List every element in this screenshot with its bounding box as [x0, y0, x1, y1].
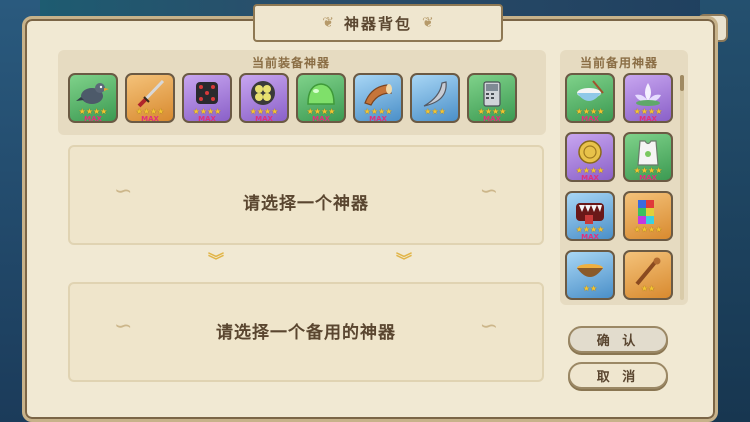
artifact-select-slot[interactable]: ∽ ∽ 请选择一个神器 [68, 145, 544, 245]
confirm-button[interactable]: 确 认 [568, 326, 668, 353]
wooden-staff-icon [635, 257, 661, 286]
pigeon-icon [76, 83, 109, 104]
equipped-item[interactable]: ★★★★ MAX [182, 73, 232, 123]
equipped-item[interactable]: ★★★ [410, 73, 460, 123]
pixel-cube-icon [638, 200, 654, 224]
katana-icon [137, 79, 165, 108]
equipped-item[interactable]: ★★★★ MAX [296, 73, 346, 123]
rice-bowl-icon [577, 80, 604, 101]
equipped-label: 当前装备神器 [252, 56, 331, 70]
spare-item[interactable]: ★★★★ MAX [623, 132, 673, 182]
spare-item[interactable]: ★★★★ MAX [565, 73, 615, 123]
spare-select-slot[interactable]: ∽ ∽ 请选择一个备用的神器 [68, 282, 544, 382]
scroll-thumb[interactable] [680, 75, 684, 91]
clover-tin-icon [251, 81, 275, 105]
soup-bowl-icon [577, 264, 603, 277]
claw-blade-icon [423, 81, 447, 107]
spare-item[interactable]: ★★★★ [623, 191, 673, 241]
gold-coin-icon [578, 140, 602, 164]
spare-item[interactable]: ★★ [565, 250, 615, 300]
title-tab: ❦ 神器背包 ❦ [253, 4, 503, 42]
spare-label: 当前备用神器 [580, 56, 659, 70]
equipped-item[interactable]: ★★★★ MAX [68, 73, 118, 123]
select-spare-text: 请选择一个备用的神器 [216, 323, 396, 343]
spare-scrollbar[interactable] [680, 75, 684, 300]
chevron-down-icon: ︾ [208, 251, 225, 270]
spare-item[interactable]: ★★★★ MAX [623, 73, 673, 123]
monster-mouth-icon [576, 203, 604, 224]
ornament-icon: ❦ [422, 15, 434, 31]
dice-icon [196, 82, 218, 104]
horn-icon [364, 84, 392, 106]
page-title: 神器背包 [343, 14, 412, 33]
spare-items: ★★★★ MAX ★★★★ MAX ★★★★ MAX ★★★★ MAX ★★★★… [565, 73, 677, 300]
phone-icon [483, 81, 501, 107]
vest-icon [637, 140, 659, 166]
spare-item[interactable]: ★★★★ MAX [565, 132, 615, 182]
chevron-down-icon: ︾ [396, 251, 413, 270]
equipped-item[interactable]: ★★★★ MAX [353, 73, 403, 123]
equipped-item[interactable]: ★★★★ MAX [125, 73, 175, 123]
lotus-icon [635, 83, 661, 106]
equipped-items: ★★★★ MAX ★★★★ MAX ★★★★ MAX ★★★★ MAX ★★★★… [68, 73, 517, 123]
equipped-item[interactable]: ★★★★ MAX [467, 73, 517, 123]
spare-item[interactable]: ★★ [623, 250, 673, 300]
ornament-icon: ❦ [322, 15, 334, 31]
equipped-item[interactable]: ★★★★ MAX [239, 73, 289, 123]
slime-icon [307, 83, 335, 105]
cancel-button[interactable]: 取 消 [568, 362, 668, 389]
spare-item[interactable]: ★★★★ MAX [565, 191, 615, 241]
select-artifact-text: 请选择一个神器 [243, 194, 369, 214]
